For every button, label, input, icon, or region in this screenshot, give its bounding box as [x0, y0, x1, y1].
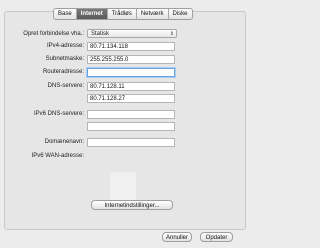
- dns-field-2[interactable]: 80.71.128.27: [87, 94, 175, 103]
- cancel-button[interactable]: Annuller: [162, 232, 192, 242]
- connection-type-select[interactable]: Statisk ⇕: [87, 29, 177, 38]
- ipv6-dns-field-2[interactable]: [87, 122, 175, 131]
- connection-label: Opret forbindelse vha.:: [23, 31, 84, 37]
- dns-field-1[interactable]: 80.71.128.11: [87, 82, 175, 91]
- ipv4-field[interactable]: 80.71.134.118: [87, 42, 175, 51]
- tab-internet[interactable]: Internet: [76, 9, 108, 19]
- tab-wireless[interactable]: Trådløs: [108, 9, 137, 19]
- ipv6-dns-label: IPv6 DNS-servere:: [33, 111, 84, 117]
- chevron-updown-icon: ⇕: [169, 31, 174, 37]
- internet-settings-button[interactable]: Internetindstillinger...: [91, 200, 173, 210]
- tab-disks[interactable]: Diske: [169, 9, 192, 19]
- router-label: Routeradresse:: [42, 69, 84, 75]
- dns-label: DNS-servere:: [47, 83, 84, 89]
- tab-bar: Base Internet Trådløs Netværk Diske: [53, 8, 193, 20]
- subnet-label: Subnetmaske:: [45, 56, 84, 62]
- tab-base[interactable]: Base: [54, 9, 77, 19]
- connection-type-value: Statisk: [91, 31, 110, 37]
- ipv4-label: IPv4-adresse:: [46, 43, 84, 49]
- domain-field[interactable]: [87, 138, 175, 147]
- update-button[interactable]: Opdater: [200, 232, 233, 242]
- ipv6-wan-label: IPv6 WAN-adresse:: [31, 153, 84, 159]
- domain-label: Domænenavn:: [44, 139, 84, 145]
- ipv6-dns-field-1[interactable]: [87, 110, 175, 119]
- subnet-field[interactable]: 255.255.255.0: [87, 55, 175, 64]
- router-field[interactable]: [87, 68, 175, 77]
- tab-network[interactable]: Netværk: [137, 9, 169, 19]
